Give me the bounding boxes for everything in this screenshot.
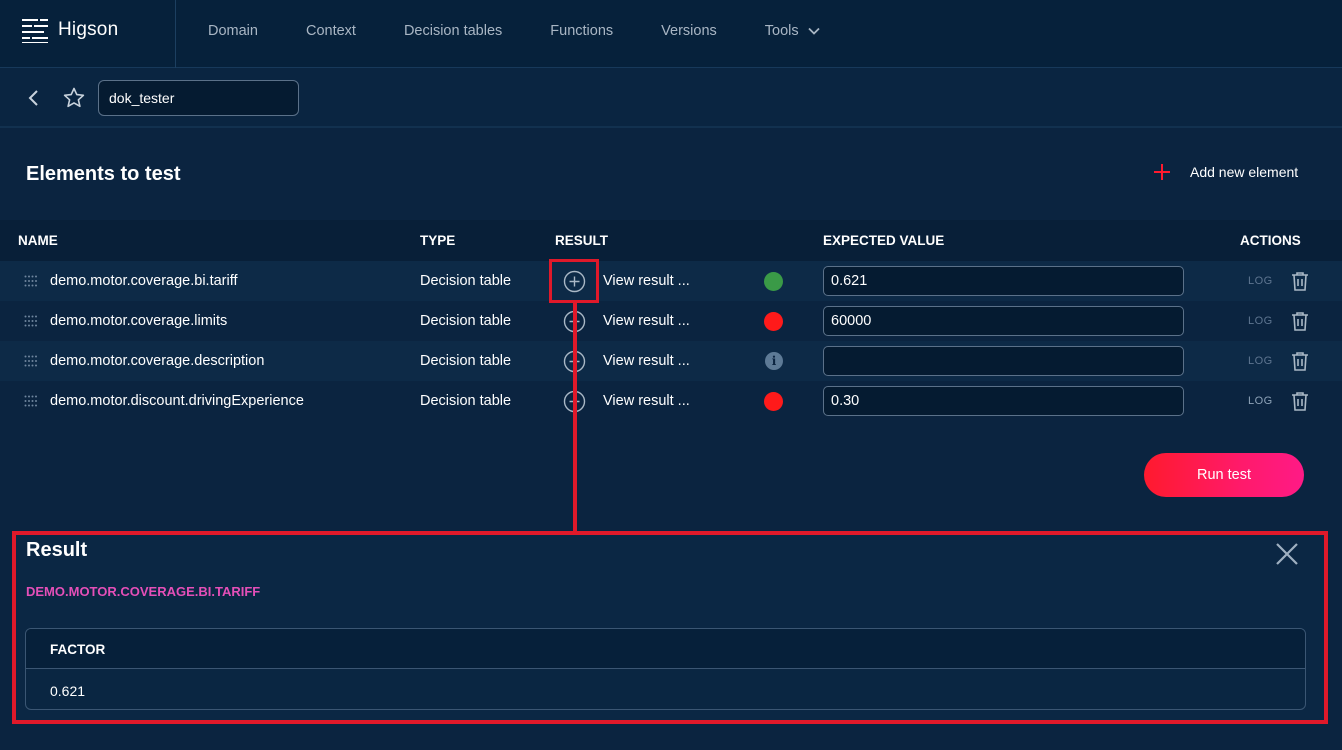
column-header-name: NAME xyxy=(18,233,58,248)
element-name: demo.motor.discount.drivingExperience xyxy=(50,393,304,409)
trash-icon[interactable] xyxy=(1289,350,1311,372)
log-button[interactable]: LOG xyxy=(1248,275,1273,287)
table-row: demo.motor.coverage.bi.tariff Decision t… xyxy=(0,261,1342,301)
result-table-header: FACTOR xyxy=(26,629,1305,669)
app-logo[interactable]: Higson xyxy=(22,16,118,44)
chevron-down-icon xyxy=(808,27,820,35)
run-test-button[interactable]: Run test xyxy=(1144,453,1304,497)
element-type: Decision table xyxy=(420,393,512,409)
element-name: demo.motor.coverage.description xyxy=(50,353,265,369)
element-name: demo.motor.coverage.limits xyxy=(50,313,228,329)
view-result-link[interactable]: View result ... xyxy=(603,353,690,369)
expected-value-input[interactable] xyxy=(823,346,1184,376)
drag-handle-icon[interactable] xyxy=(24,355,38,367)
top-navigation-bar: Higson Domain Context Decision tables Fu… xyxy=(0,0,1342,68)
topbar-divider xyxy=(175,0,176,68)
result-panel: Result DEMO.MOTOR.COVERAGE.BI.TARIFF FAC… xyxy=(12,531,1328,724)
nav-item-decision-tables[interactable]: Decision tables xyxy=(404,23,502,39)
table-row: demo.motor.coverage.limits Decision tabl… xyxy=(0,301,1342,341)
plus-icon xyxy=(1154,164,1170,180)
trash-icon[interactable] xyxy=(1289,310,1311,332)
table-header: NAME TYPE RESULT EXPECTED VALUE ACTIONS xyxy=(0,220,1342,261)
log-button[interactable]: LOG xyxy=(1248,395,1273,407)
log-button[interactable]: LOG xyxy=(1248,355,1273,367)
result-element-name: DEMO.MOTOR.COVERAGE.BI.TARIFF xyxy=(26,584,261,599)
section-title: Elements to test xyxy=(26,163,181,185)
back-arrow-icon[interactable] xyxy=(24,88,44,108)
close-icon[interactable] xyxy=(1274,541,1300,567)
drag-handle-icon[interactable] xyxy=(24,395,38,407)
trash-icon[interactable] xyxy=(1289,270,1311,292)
status-fail-indicator xyxy=(764,312,783,331)
main-nav: Domain Context Decision tables Functions… xyxy=(208,0,869,62)
test-header-bar xyxy=(0,68,1342,128)
expand-result-icon[interactable] xyxy=(563,270,586,293)
table-row: demo.motor.coverage.description Decision… xyxy=(0,341,1342,381)
element-type: Decision table xyxy=(420,353,512,369)
app-name: Higson xyxy=(58,19,119,40)
nav-item-context[interactable]: Context xyxy=(306,23,356,39)
result-table: FACTOR 0.621 xyxy=(25,628,1306,710)
log-button[interactable]: LOG xyxy=(1248,315,1273,327)
expected-value-input[interactable] xyxy=(823,306,1184,336)
column-header-expected-value: EXPECTED VALUE xyxy=(823,233,945,248)
expected-value-input[interactable] xyxy=(823,386,1184,416)
element-type: Decision table xyxy=(420,313,512,329)
trash-icon[interactable] xyxy=(1289,390,1311,412)
result-title: Result xyxy=(26,539,88,561)
view-result-link[interactable]: View result ... xyxy=(603,273,690,289)
drag-handle-icon[interactable] xyxy=(24,315,38,327)
test-name-input[interactable] xyxy=(98,80,299,116)
element-name: demo.motor.coverage.bi.tariff xyxy=(50,273,238,289)
nav-item-tools[interactable]: Tools xyxy=(765,23,821,39)
column-header-type: TYPE xyxy=(420,233,456,248)
higson-logo-icon xyxy=(22,17,50,43)
add-new-element-label: Add new element xyxy=(1190,164,1299,180)
add-new-element-button[interactable]: Add new element xyxy=(1152,162,1298,182)
status-pass-indicator xyxy=(764,272,783,291)
favorite-star-icon[interactable] xyxy=(62,86,86,110)
result-value: 0.621 xyxy=(50,683,86,699)
highlight-connector-line xyxy=(573,302,577,533)
nav-item-functions[interactable]: Functions xyxy=(550,23,613,39)
column-header-result: RESULT xyxy=(555,233,608,248)
nav-item-versions[interactable]: Versions xyxy=(661,23,717,39)
view-result-link[interactable]: View result ... xyxy=(603,393,690,409)
column-header-factor: FACTOR xyxy=(50,642,106,657)
drag-handle-icon[interactable] xyxy=(24,275,38,287)
column-header-actions: ACTIONS xyxy=(1240,233,1301,248)
table-row: demo.motor.discount.drivingExperience De… xyxy=(0,381,1342,421)
element-type: Decision table xyxy=(420,273,512,289)
view-result-link[interactable]: View result ... xyxy=(603,313,690,329)
expected-value-input[interactable] xyxy=(823,266,1184,296)
info-icon: i xyxy=(765,352,783,370)
nav-item-domain[interactable]: Domain xyxy=(208,23,258,39)
status-fail-indicator xyxy=(764,392,783,411)
